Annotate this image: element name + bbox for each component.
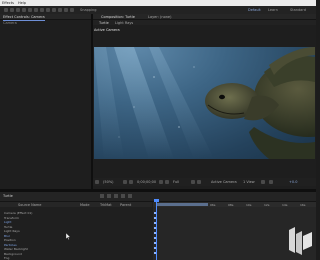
turtle-scene-image — [94, 47, 315, 159]
layer-row[interactable]: Position — [4, 238, 16, 242]
viewer-controls-bar: (50%) 0;00;00;00 Full Active Camera 1 Vi… — [93, 178, 316, 186]
mouse-cursor-icon — [66, 233, 71, 240]
menu-item-help[interactable]: Help — [18, 1, 26, 5]
col-source-name: Source Name — [18, 202, 42, 207]
watermark-logo-icon — [289, 227, 312, 255]
camera-view-dropdown[interactable]: Active Camera — [211, 180, 237, 184]
flowchart-icon[interactable] — [269, 180, 273, 184]
effect-controls-panel: Effect Controls: Camera Camera — [0, 14, 91, 189]
effect-controls-layer-label: Camera — [3, 21, 17, 25]
effect-controls-tabbar: Effect Controls: Camera — [0, 14, 91, 21]
draft-3d-icon[interactable] — [100, 194, 104, 198]
snapping-toggle[interactable]: Snapping — [80, 8, 96, 12]
layer-row[interactable]: Water Backlight — [4, 247, 28, 251]
tab-composition[interactable]: Composition: Turtle — [101, 15, 135, 21]
workspace-default[interactable]: Default — [248, 8, 261, 12]
pen-tool-icon[interactable] — [34, 8, 38, 12]
layer-row[interactable]: Blur — [4, 234, 10, 238]
brush-tool-icon[interactable] — [46, 8, 50, 12]
subtab-light-rays[interactable]: Light Rays — [115, 21, 133, 25]
timeline-panel: Turtle Source Name Mode TrkMat Parent 0s… — [0, 192, 316, 260]
roto-tool-icon[interactable] — [64, 8, 68, 12]
tab-effect-controls[interactable]: Effect Controls: Camera — [3, 15, 45, 21]
timeline-column-headers: Source Name Mode TrkMat Parent — [0, 202, 152, 207]
layer-row[interactable]: Background — [4, 252, 22, 256]
clone-tool-icon[interactable] — [52, 8, 56, 12]
tab-layer[interactable]: Layer: (none) — [148, 15, 171, 19]
mask-icon[interactable] — [129, 180, 133, 184]
zoom-tool-icon[interactable] — [22, 8, 26, 12]
type-tool-icon[interactable] — [40, 8, 44, 12]
puppet-tool-icon[interactable] — [70, 8, 74, 12]
graph-editor-icon[interactable] — [128, 194, 132, 198]
eraser-tool-icon[interactable] — [58, 8, 62, 12]
layer-row[interactable]: Light — [4, 220, 12, 224]
timeline-comp-tab[interactable]: Turtle — [3, 194, 13, 198]
zoom-dropdown[interactable]: (50%) — [103, 180, 114, 184]
layer-row[interactable]: Transform — [4, 216, 19, 220]
shy-icon[interactable] — [107, 194, 111, 198]
always-preview-icon[interactable] — [95, 180, 99, 184]
layer-row[interactable]: Camera (Effect 01) — [4, 211, 32, 215]
composition-viewer[interactable] — [94, 47, 315, 159]
col-trkmat: TrkMat — [100, 202, 112, 207]
layer-row[interactable]: Particles — [4, 243, 17, 247]
layer-row[interactable]: Fog — [4, 256, 9, 260]
timecode[interactable]: 0;00;00;00 — [137, 180, 156, 184]
region-icon[interactable] — [191, 180, 195, 184]
menu-item-effects[interactable]: Effects — [2, 1, 14, 5]
channel-icon[interactable] — [165, 180, 169, 184]
composition-subtabs: Turtle Light Rays — [93, 20, 316, 25]
snapshot-icon[interactable] — [159, 180, 163, 184]
workspace-standard[interactable]: Standard — [290, 8, 306, 12]
layer-row[interactable]: Light Rays — [4, 229, 20, 233]
col-parent: Parent — [120, 202, 132, 207]
frame-blend-icon[interactable] — [114, 194, 118, 198]
resolution-dropdown[interactable]: Full — [173, 180, 179, 184]
motion-blur-icon[interactable] — [121, 194, 125, 198]
grid-icon[interactable] — [123, 180, 127, 184]
views-dropdown[interactable]: 1 View — [243, 180, 255, 184]
subtab-turtle[interactable]: Turtle — [99, 21, 109, 25]
hand-tool-icon[interactable] — [16, 8, 20, 12]
render-icon[interactable] — [261, 180, 265, 184]
camera-tool-icon[interactable] — [28, 8, 32, 12]
work-area-bar[interactable] — [156, 203, 208, 206]
selection-tool-icon[interactable] — [10, 8, 14, 12]
col-mode: Mode — [80, 202, 90, 207]
playhead-line[interactable] — [156, 200, 157, 260]
active-camera-label: Active Camera — [94, 28, 120, 32]
layer-row[interactable]: Turtle — [4, 225, 12, 229]
transparency-grid-icon[interactable] — [197, 180, 201, 184]
workspace-learn[interactable]: Learn — [268, 8, 278, 12]
home-icon[interactable] — [4, 8, 8, 12]
exposure-value[interactable]: +0.0 — [289, 180, 298, 184]
